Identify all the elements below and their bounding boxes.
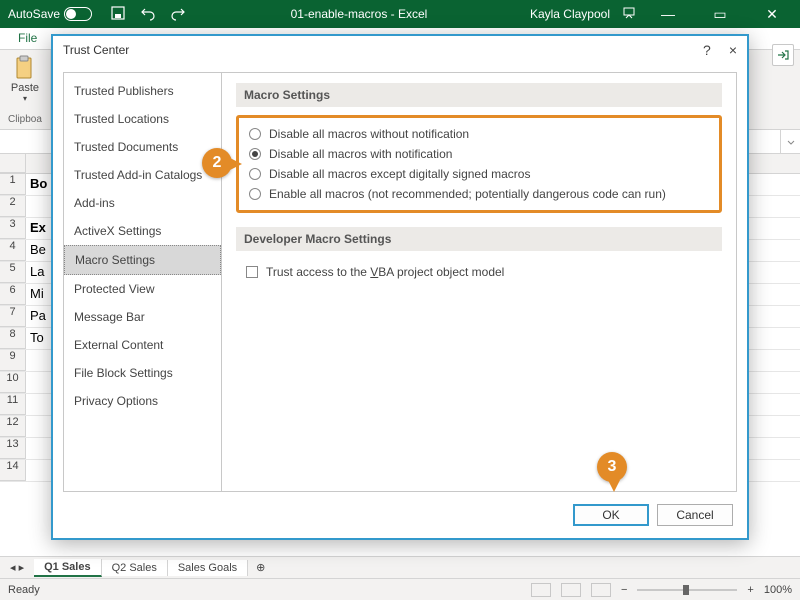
radio-label: Disable all macros without notification — [269, 127, 469, 141]
radio-icon — [249, 188, 261, 200]
sidebar-item-activex-settings[interactable]: ActiveX Settings — [64, 217, 221, 245]
section-macro-settings: Macro Settings — [236, 83, 722, 107]
close-button[interactable]: × — [729, 42, 737, 58]
modal-overlay: Trust Center ? × Trusted Publishers Trus… — [0, 0, 800, 600]
sidebar-item-external-content[interactable]: External Content — [64, 331, 221, 359]
sidebar-item-file-block-settings[interactable]: File Block Settings — [64, 359, 221, 387]
radio-label: Disable all macros with notification — [269, 147, 452, 161]
checkbox-label: Trust access to the VBA project object m… — [266, 265, 504, 279]
macro-settings-radiogroup: Disable all macros without notification … — [236, 115, 722, 213]
dialog-title: Trust Center — [63, 43, 129, 57]
sidebar-item-message-bar[interactable]: Message Bar — [64, 303, 221, 331]
radio-disable-no-notification[interactable]: Disable all macros without notification — [249, 124, 709, 144]
radio-enable-all[interactable]: Enable all macros (not recommended; pote… — [249, 184, 709, 204]
checkbox-icon — [246, 266, 258, 278]
sidebar-item-trusted-documents[interactable]: Trusted Documents — [64, 133, 221, 161]
radio-disable-with-notification[interactable]: Disable all macros with notification — [249, 144, 709, 164]
radio-label: Enable all macros (not recommended; pote… — [269, 187, 666, 201]
radio-icon — [249, 148, 261, 160]
trust-center-dialog: Trust Center ? × Trusted Publishers Trus… — [51, 34, 749, 540]
sidebar-item-trusted-publishers[interactable]: Trusted Publishers — [64, 77, 221, 105]
help-button[interactable]: ? — [703, 42, 711, 58]
sidebar-item-macro-settings[interactable]: Macro Settings — [64, 245, 221, 275]
section-developer-macro-settings: Developer Macro Settings — [236, 227, 722, 251]
sidebar-item-addins[interactable]: Add-ins — [64, 189, 221, 217]
sidebar-item-privacy-options[interactable]: Privacy Options — [64, 387, 221, 415]
sidebar-item-trusted-addin-catalogs[interactable]: Trusted Add-in Catalogs — [64, 161, 221, 189]
checkbox-trust-vba[interactable]: Trust access to the VBA project object m… — [236, 259, 722, 285]
dialog-main: Macro Settings Disable all macros withou… — [222, 73, 736, 491]
sidebar-item-protected-view[interactable]: Protected View — [64, 275, 221, 303]
radio-label: Disable all macros except digitally sign… — [269, 167, 530, 181]
radio-disable-except-signed[interactable]: Disable all macros except digitally sign… — [249, 164, 709, 184]
callout-step-2: 2 — [202, 148, 232, 178]
radio-icon — [249, 128, 261, 140]
dialog-titlebar: Trust Center ? × — [53, 36, 747, 64]
dialog-sidebar: Trusted Publishers Trusted Locations Tru… — [64, 73, 222, 491]
radio-icon — [249, 168, 261, 180]
cancel-button[interactable]: Cancel — [657, 504, 733, 526]
ok-button[interactable]: OK — [573, 504, 649, 526]
callout-step-3: 3 — [597, 452, 627, 482]
sidebar-item-trusted-locations[interactable]: Trusted Locations — [64, 105, 221, 133]
